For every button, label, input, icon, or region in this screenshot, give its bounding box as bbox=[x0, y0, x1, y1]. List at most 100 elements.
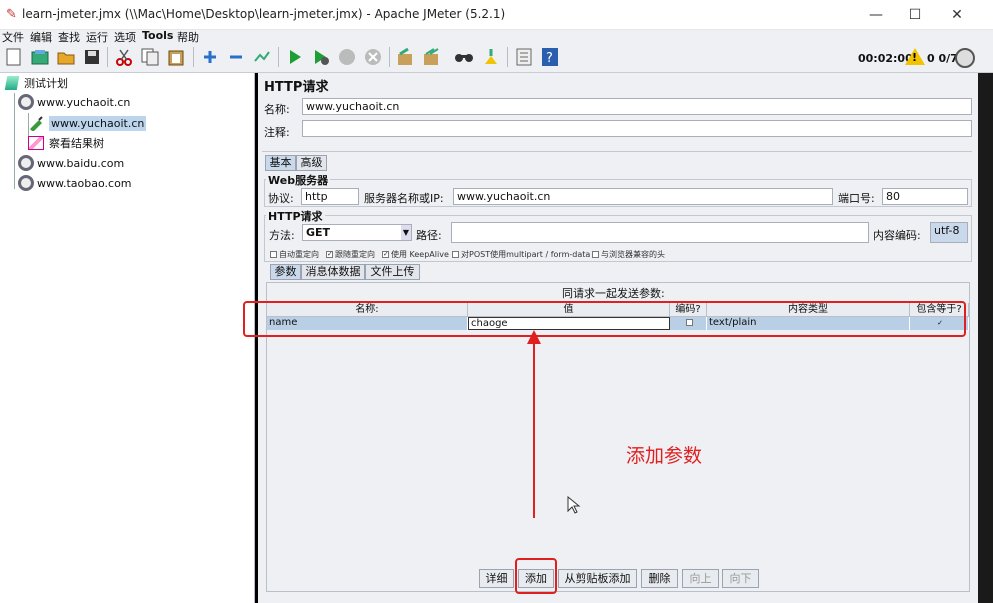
tree-label: 测试计划 bbox=[24, 77, 68, 90]
stop-icon[interactable] bbox=[336, 46, 358, 68]
browser-compatible-headers-checkbox[interactable]: 与浏览器兼容的头 bbox=[592, 249, 665, 260]
method-label: 方法: bbox=[269, 229, 295, 242]
checkbox-label: 使用 KeepAlive bbox=[391, 250, 449, 259]
annotation-arrow-line bbox=[533, 340, 535, 518]
add-from-clipboard-button[interactable]: 从剪贴板添加 bbox=[558, 569, 637, 588]
window-frame-edge bbox=[978, 73, 993, 603]
tree-label: 察看结果树 bbox=[49, 137, 104, 150]
active-threads: 0 0/7 bbox=[927, 52, 958, 65]
minimize-button[interactable]: — bbox=[864, 4, 888, 26]
open-icon[interactable] bbox=[55, 46, 77, 68]
comment-field[interactable] bbox=[302, 120, 972, 137]
chevron-down-icon[interactable]: ▼ bbox=[401, 225, 411, 240]
tree-node-thread-group[interactable]: www.taobao.com bbox=[18, 173, 132, 193]
reset-search-icon[interactable] bbox=[480, 46, 502, 68]
http-request-title: HTTP请求 bbox=[266, 208, 325, 224]
svg-text:?: ? bbox=[546, 51, 553, 66]
toggle-icon[interactable] bbox=[251, 46, 273, 68]
annotation-text: 添加参数 bbox=[626, 445, 703, 467]
warning-mark: ! bbox=[912, 51, 918, 64]
sampler-pipette-icon bbox=[30, 116, 43, 131]
name-field[interactable]: www.yuchaoit.cn bbox=[302, 98, 972, 115]
maximize-button[interactable]: ☐ bbox=[903, 4, 927, 26]
auto-redirect-checkbox[interactable]: 自动重定向 bbox=[270, 249, 319, 260]
test-plan-tree: 测试计划 www.yuchaoit.cn www.yuchaoit.cn 察看结… bbox=[0, 73, 255, 603]
shutdown-icon[interactable] bbox=[362, 46, 384, 68]
server-field[interactable]: www.yuchaoit.cn bbox=[453, 188, 833, 205]
listener-chart-icon bbox=[28, 136, 44, 150]
checkbox-label: 对POST使用multipart / form-data bbox=[461, 250, 591, 259]
checkbox-label: 跟随重定向 bbox=[335, 250, 375, 259]
protocol-label: 协议: bbox=[268, 192, 294, 205]
path-field[interactable] bbox=[451, 222, 869, 243]
cut-icon[interactable] bbox=[113, 46, 135, 68]
tree-label: www.yuchaoit.cn bbox=[37, 95, 131, 109]
mouse-cursor-icon bbox=[567, 496, 581, 514]
tree-node-listener[interactable]: 察看结果树 bbox=[28, 133, 104, 153]
keepalive-checkbox[interactable]: ✓ 使用 KeepAlive bbox=[382, 249, 449, 260]
encoding-label: 内容编码: bbox=[873, 229, 921, 242]
port-label: 端口号: bbox=[838, 192, 875, 205]
clear-all-icon[interactable] bbox=[420, 46, 442, 68]
start-no-pause-icon[interactable] bbox=[310, 46, 332, 68]
tree-label-selected: www.yuchaoit.cn bbox=[49, 115, 147, 131]
protocol-field[interactable]: http bbox=[301, 188, 359, 205]
start-icon[interactable] bbox=[284, 46, 306, 68]
tree-node-thread-group[interactable]: www.yuchaoit.cn bbox=[18, 92, 130, 112]
collapse-icon[interactable] bbox=[225, 46, 247, 68]
function-helper-icon[interactable] bbox=[513, 46, 535, 68]
copy-icon[interactable] bbox=[139, 46, 161, 68]
close-button[interactable]: ✕ bbox=[945, 4, 969, 26]
tab-parameters[interactable]: 参数 bbox=[270, 264, 301, 280]
delete-button[interactable]: 删除 bbox=[641, 569, 678, 588]
tab-basic[interactable]: 基本 bbox=[265, 155, 296, 171]
expand-icon[interactable] bbox=[199, 46, 221, 68]
name-label: 名称: bbox=[264, 103, 290, 116]
tree-node-test-plan[interactable]: 测试计划 bbox=[4, 73, 68, 93]
thread-group-gear-icon bbox=[18, 94, 34, 110]
detail-button[interactable]: 详细 bbox=[479, 569, 514, 588]
encoding-field[interactable]: utf-8 bbox=[930, 222, 968, 243]
tab-advanced[interactable]: 高级 bbox=[296, 155, 327, 171]
thread-group-gear-icon bbox=[18, 175, 34, 191]
clear-icon[interactable] bbox=[394, 46, 416, 68]
tree-connector bbox=[14, 93, 15, 189]
server-label: 服务器名称或IP: bbox=[364, 192, 444, 205]
multipart-checkbox[interactable]: 对POST使用multipart / form-data bbox=[452, 249, 590, 260]
templates-icon[interactable] bbox=[29, 46, 51, 68]
follow-redirect-checkbox[interactable]: ✓ 跟随重定向 bbox=[326, 249, 375, 260]
move-down-button[interactable]: 向下 bbox=[722, 569, 759, 588]
menu-tools[interactable]: Tools bbox=[142, 29, 173, 42]
toolbar-separator bbox=[107, 47, 108, 67]
title-bar: ✎ learn-jmeter.jmx (\\Mac\Home\Desktop\l… bbox=[0, 0, 993, 30]
app-feather-icon: ✎ bbox=[6, 7, 17, 22]
toolbar-separator bbox=[507, 47, 508, 67]
params-caption: 同请求一起发送参数: bbox=[562, 287, 665, 300]
path-label: 路径: bbox=[416, 229, 442, 242]
tree-node-thread-group[interactable]: www.baidu.com bbox=[18, 153, 124, 173]
checkbox-label: 自动重定向 bbox=[279, 250, 319, 259]
toolbar-separator bbox=[193, 47, 194, 67]
divider bbox=[262, 151, 972, 152]
remote-globe-icon[interactable] bbox=[955, 48, 975, 68]
help-icon[interactable]: ? bbox=[539, 46, 561, 68]
toolbar-separator bbox=[278, 47, 279, 67]
window-title: learn-jmeter.jmx (\\Mac\Home\Desktop\lea… bbox=[22, 7, 506, 21]
tab-body-data[interactable]: 消息体数据 bbox=[301, 264, 365, 280]
save-icon[interactable] bbox=[81, 46, 103, 68]
tab-files-upload[interactable]: 文件上传 bbox=[365, 264, 420, 280]
thread-group-gear-icon bbox=[18, 155, 34, 171]
panel-heading: HTTP请求 bbox=[264, 80, 329, 95]
search-icon[interactable] bbox=[453, 46, 475, 68]
row-highlight-box bbox=[243, 301, 966, 337]
tree-node-http-sampler[interactable]: www.yuchaoit.cn bbox=[28, 113, 147, 133]
method-select[interactable]: GET bbox=[302, 224, 412, 241]
tree-label: www.taobao.com bbox=[37, 176, 132, 190]
new-icon[interactable] bbox=[3, 46, 25, 68]
add-button-highlight-box bbox=[515, 558, 557, 594]
move-up-button[interactable]: 向上 bbox=[682, 569, 719, 588]
comment-label: 注释: bbox=[264, 126, 290, 139]
port-field[interactable]: 80 bbox=[882, 188, 968, 205]
paste-icon[interactable] bbox=[165, 46, 187, 68]
checkbox-label: 与浏览器兼容的头 bbox=[601, 250, 665, 259]
